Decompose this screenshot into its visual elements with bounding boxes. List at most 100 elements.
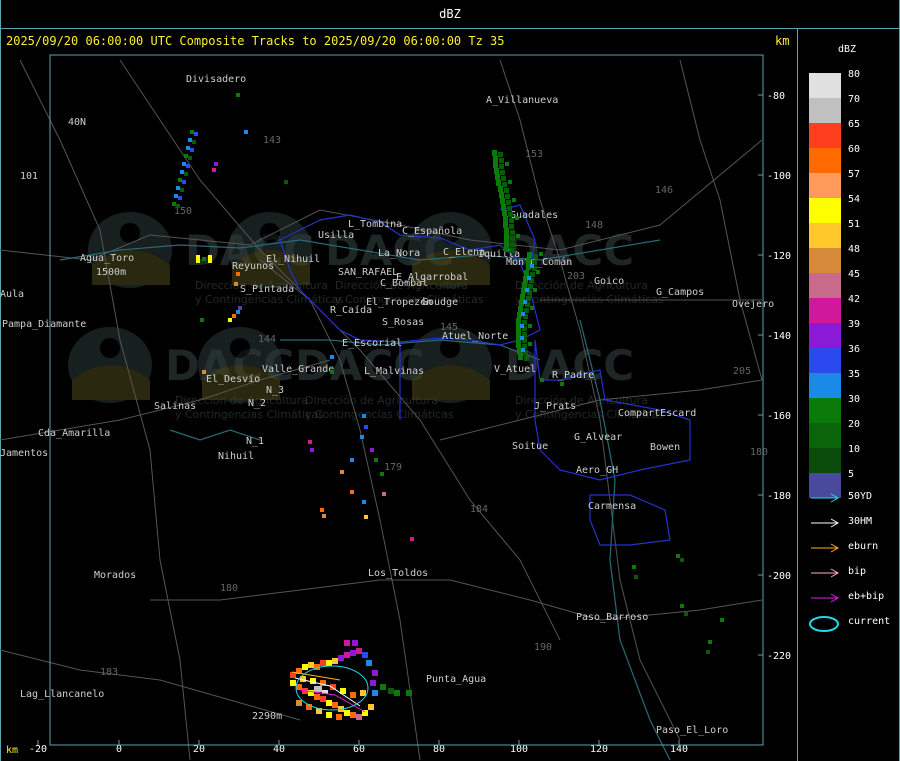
echo-cell: [202, 370, 206, 374]
echo-cell: [493, 162, 498, 168]
route-number-label: 145: [440, 322, 458, 333]
echo-cell: [310, 448, 314, 452]
legend-swatch-70: [809, 98, 841, 123]
echo-cell: [530, 264, 534, 268]
echo-cell: [676, 554, 680, 558]
place-label: G_Campos: [656, 287, 704, 298]
echo-cell: [326, 660, 332, 666]
echo-cell: [356, 714, 362, 720]
echo-cell: [518, 354, 523, 360]
legend-value-48: 48: [848, 244, 861, 255]
echo-cell: [495, 174, 500, 180]
echo-cell: [362, 414, 366, 418]
legend-value-51: 51: [848, 219, 861, 230]
echo-cell: [510, 230, 515, 235]
echo-cell: [527, 276, 531, 280]
echo-cell: [533, 254, 538, 259]
place-label: Aero_GH: [576, 465, 618, 476]
watermark-subtitle: y Contingencias Climáticas: [305, 408, 454, 421]
radar-map[interactable]: DACCDirección de Agriculturay Contingenc…: [0, 0, 798, 761]
place-label: El_Tropezón: [366, 296, 432, 308]
y-tick-label: -200: [767, 571, 791, 582]
echo-cell: [320, 508, 324, 512]
legend-swatch-51: [809, 223, 841, 248]
echo-cell: [344, 710, 350, 716]
echo-cell: [356, 648, 362, 654]
echo-cell: [512, 198, 516, 202]
echo-cell: [505, 194, 510, 199]
place-label: N_1: [246, 436, 264, 447]
echo-cell: [232, 314, 236, 318]
echo-cell: [527, 252, 532, 258]
echo-cell: [372, 690, 378, 696]
echo-cell: [326, 700, 332, 706]
echo-cell: [330, 355, 334, 359]
echo-cell: [194, 132, 198, 136]
echo-cell: [364, 515, 368, 519]
echo-cell: [330, 370, 334, 374]
route-number-label: 183: [100, 667, 118, 678]
echo-cell: [496, 180, 501, 186]
place-label: N_3: [266, 385, 284, 396]
track-arrow-icon: [809, 540, 841, 554]
legend-swatch-45: [809, 273, 841, 298]
echo-cell: [374, 458, 378, 462]
echo-cell: [530, 306, 534, 310]
echo-cell: [360, 690, 366, 696]
place-label: C_Bombal: [380, 278, 428, 289]
echo-cell: [706, 650, 710, 654]
y-tick-label: -220: [767, 651, 791, 662]
echo-cell: [504, 240, 509, 246]
legend-value-60: 60: [848, 144, 861, 155]
place-label: S_Rosas: [382, 317, 424, 328]
legend-value-57: 57: [848, 169, 861, 180]
place-label: S_Pintada: [240, 284, 294, 295]
route-number-label: 180: [750, 447, 768, 458]
echo-cell: [499, 164, 504, 169]
legend-swatch-35: [809, 373, 841, 398]
echo-cell: [234, 282, 238, 286]
echo-cell: [188, 138, 192, 142]
road-route-186: [0, 649, 301, 721]
route-number-label: 180: [220, 583, 238, 594]
place-label: Monte_Comán: [506, 256, 572, 268]
echo-cell: [493, 156, 498, 162]
place-label: Bowen: [650, 442, 680, 453]
place-label: Pampa_Diamante: [2, 319, 86, 330]
place-label: Los_Toldos: [368, 568, 428, 579]
echo-cell: [680, 604, 684, 608]
place-label: C_Española: [402, 226, 462, 237]
legend-swatch-60: [809, 148, 841, 173]
echo-cell: [526, 258, 531, 264]
echo-cell: [560, 382, 564, 386]
legend-swatch-10: [809, 448, 841, 473]
echo-cell: [684, 612, 688, 616]
echo-cell: [308, 662, 314, 668]
place-label: Nihuil: [218, 451, 254, 462]
place-label: Valle_Grande: [262, 364, 334, 375]
legend-swatch-57: [809, 173, 841, 198]
route-number-label: 190: [534, 642, 552, 653]
place-label: N_2: [248, 398, 266, 409]
echo-cell: [236, 93, 240, 97]
place-label: 40N: [68, 117, 86, 128]
echo-cell: [500, 170, 505, 175]
place-label: Salinas: [154, 401, 196, 412]
echo-cell: [296, 700, 302, 706]
echo-cell: [516, 330, 521, 336]
place-label: L_Malvinas: [364, 366, 424, 377]
echo-cell: [314, 694, 320, 700]
echo-cell: [632, 565, 636, 569]
echo-cell: [302, 664, 308, 670]
echo-cell: [228, 318, 232, 322]
echo-cell: [338, 655, 344, 661]
echo-cell: [184, 172, 188, 176]
echo-cell: [524, 356, 529, 361]
watermark-layer: DACCDirección de Agriculturay Contingenc…: [68, 212, 664, 421]
echo-cell: [296, 684, 302, 690]
echo-cell: [192, 140, 196, 144]
echo-cell: [290, 680, 296, 686]
x-tick-label: 80: [433, 744, 445, 755]
echo-cell: [505, 162, 509, 166]
place-label: V_Atuel: [494, 364, 536, 375]
